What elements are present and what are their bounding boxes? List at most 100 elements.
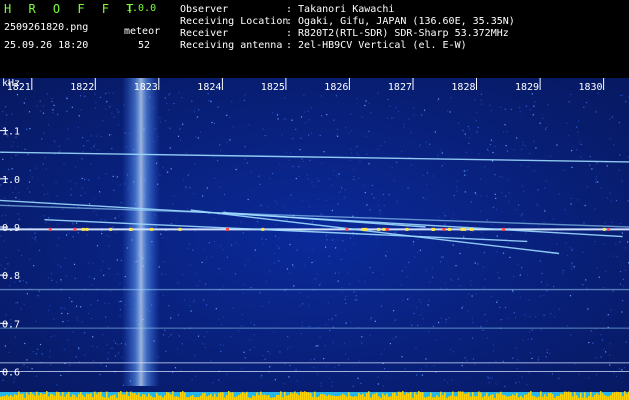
noise-dot — [480, 326, 482, 328]
noise-dot — [487, 150, 489, 152]
noise-dot — [350, 321, 352, 323]
noise-dot — [481, 103, 483, 105]
noise-dot — [371, 184, 374, 187]
noise-dot — [247, 259, 249, 261]
level-bar — [20, 394, 22, 400]
noise-dot — [244, 94, 246, 96]
level-bar — [300, 391, 302, 400]
noise-dot — [407, 298, 409, 300]
level-bar — [504, 395, 506, 400]
noise-dot — [515, 382, 517, 384]
noise-dot — [283, 205, 285, 207]
noise-dot — [370, 317, 372, 319]
level-bar — [600, 391, 602, 400]
noise-dot — [243, 284, 245, 286]
level-bar — [308, 392, 310, 400]
noise-dot — [261, 238, 263, 240]
level-bar — [228, 391, 230, 400]
level-bar — [508, 396, 510, 400]
noise-dot — [428, 299, 430, 302]
noise-dot — [170, 317, 172, 319]
noise-dot — [175, 217, 177, 219]
level-bar — [498, 393, 500, 400]
noise-dot — [72, 331, 74, 333]
noise-dot — [309, 159, 311, 161]
noise-dot — [315, 278, 317, 280]
noise-dot — [334, 272, 336, 274]
noise-dot — [549, 352, 551, 354]
noise-dot — [535, 147, 537, 149]
noise-dot — [204, 283, 207, 285]
noise-dot — [422, 174, 424, 176]
noise-dot — [267, 351, 269, 353]
noise-dot — [344, 353, 347, 355]
noise-dot — [539, 122, 541, 124]
noise-dot — [429, 143, 431, 145]
noise-dot — [301, 325, 304, 327]
noise-dot — [477, 126, 479, 128]
noise-dot — [106, 101, 108, 103]
noise-dot — [37, 348, 39, 350]
level-bar — [610, 395, 612, 400]
noise-dot — [181, 97, 183, 99]
noise-dot — [463, 236, 465, 238]
noise-dot — [95, 214, 97, 216]
noise-dot — [118, 351, 120, 353]
noise-dot — [223, 193, 225, 196]
noise-dot — [203, 299, 205, 301]
noise-dot — [585, 279, 587, 281]
noise-dot — [110, 290, 112, 292]
level-bar — [128, 396, 130, 400]
noise-dot — [315, 345, 317, 347]
noise-dot — [15, 187, 17, 189]
noise-dot — [338, 191, 340, 193]
level-bar — [292, 393, 294, 400]
noise-dot — [355, 295, 357, 297]
noise-dot — [425, 269, 428, 271]
noise-dot — [586, 101, 588, 104]
noise-dot — [293, 285, 295, 287]
noise-dot — [77, 232, 79, 234]
noise-dot — [104, 108, 107, 110]
noise-dot — [238, 330, 240, 332]
level-bar — [502, 394, 504, 400]
noise-dot — [8, 168, 10, 171]
level-bar — [172, 391, 174, 400]
noise-dot — [75, 305, 78, 307]
noise-dot — [22, 279, 24, 282]
noise-dot — [178, 92, 180, 94]
noise-dot — [80, 306, 82, 308]
noise-dot — [235, 242, 237, 244]
level-bar — [30, 392, 32, 400]
noise-dot — [202, 195, 204, 197]
noise-dot — [26, 187, 28, 189]
noise-dot — [491, 223, 493, 225]
noise-dot — [331, 385, 333, 387]
noise-dot — [307, 110, 309, 112]
noise-dot — [331, 318, 333, 320]
noise-dot — [488, 382, 490, 384]
noise-dot — [7, 263, 9, 265]
level-bar — [538, 396, 540, 400]
level-bar — [62, 392, 64, 400]
noise-dot — [457, 278, 459, 280]
noise-dot — [325, 246, 327, 248]
noise-dot — [64, 308, 66, 310]
noise-dot — [67, 339, 69, 341]
noise-dot — [625, 101, 627, 103]
signal-hotspot — [81, 227, 85, 231]
noise-dot — [569, 247, 572, 249]
noise-dot — [26, 293, 28, 295]
noise-dot — [287, 348, 289, 350]
level-bar — [476, 396, 478, 400]
noise-dot — [67, 313, 69, 315]
noise-dot — [357, 377, 359, 379]
level-bar — [96, 394, 98, 400]
noise-dot — [201, 261, 203, 263]
noise-dot — [45, 168, 47, 170]
noise-dot — [111, 147, 113, 150]
signal-hotspot — [442, 227, 446, 231]
level-bar — [328, 394, 330, 400]
noise-dot — [210, 101, 212, 103]
noise-dot — [276, 114, 279, 116]
